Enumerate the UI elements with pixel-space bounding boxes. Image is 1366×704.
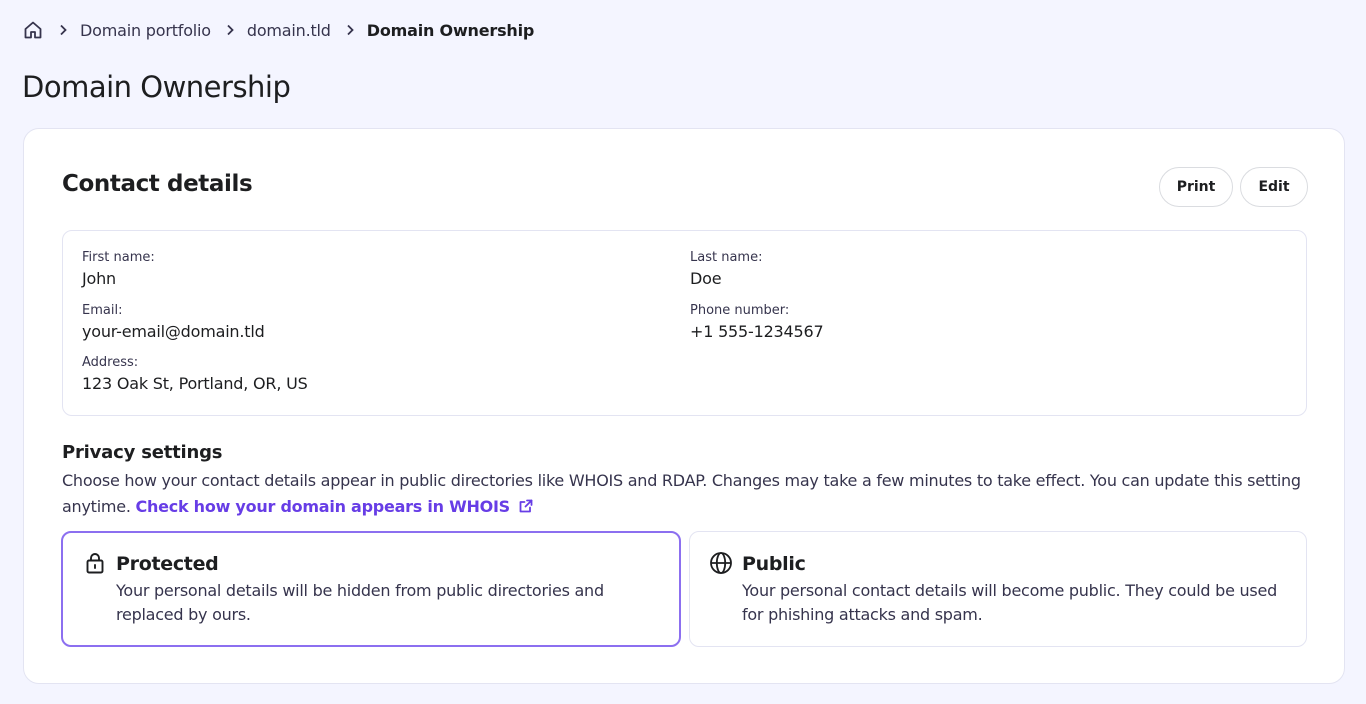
privacy-option-protected[interactable]: Protected Your personal details will be … (61, 531, 681, 647)
privacy-description: Choose how your contact details appear i… (62, 468, 1307, 520)
contact-details-title: Contact details (62, 171, 253, 197)
external-link-icon (518, 496, 534, 513)
first-name-value: John (82, 269, 116, 288)
public-description: Your personal contact details will becom… (742, 581, 1277, 624)
page-title: Domain Ownership (22, 70, 291, 104)
first-name-label: First name: (82, 250, 155, 265)
privacy-settings-title: Privacy settings (62, 442, 223, 463)
chevron-right-icon (343, 23, 357, 37)
breadcrumb-domain[interactable]: domain.tld (247, 21, 331, 40)
chevron-right-icon (56, 23, 70, 37)
breadcrumb-domain-portfolio[interactable]: Domain portfolio (80, 21, 211, 40)
lock-icon (83, 551, 107, 575)
contact-card: Contact details Print Edit First name: J… (23, 128, 1345, 684)
email-field: Email: your-email@domain.tld (82, 303, 265, 343)
last-name-label: Last name: (690, 250, 763, 265)
protected-title: Protected (116, 553, 219, 575)
contact-details-box: First name: John Last name: Doe Email: y… (62, 230, 1307, 416)
email-value: your-email@domain.tld (82, 322, 265, 341)
privacy-option-public[interactable]: Public Your personal contact details wil… (689, 531, 1307, 647)
breadcrumb: Domain portfolio domain.tld Domain Owner… (22, 19, 534, 41)
phone-label: Phone number: (690, 303, 790, 318)
phone-field: Phone number: +1 555-1234567 (690, 303, 824, 343)
address-label: Address: (82, 355, 139, 370)
edit-button[interactable]: Edit (1240, 167, 1308, 207)
last-name-value: Doe (690, 269, 722, 288)
chevron-right-icon (223, 23, 237, 37)
public-title: Public (742, 553, 806, 575)
globe-icon (709, 551, 733, 575)
address-value: 123 Oak St, Portland, OR, US (82, 374, 308, 393)
phone-value: +1 555-1234567 (690, 322, 824, 341)
whois-link-label: Check how your domain appears in WHOIS (135, 497, 511, 516)
address-field: Address: 123 Oak St, Portland, OR, US (82, 355, 308, 395)
whois-check-link[interactable]: Check how your domain appears in WHOIS (136, 497, 534, 516)
last-name-field: Last name: Doe (690, 250, 762, 290)
home-icon[interactable] (22, 19, 44, 41)
first-name-field: First name: John (82, 250, 155, 290)
breadcrumb-current: Domain Ownership (366, 20, 535, 40)
print-button[interactable]: Print (1159, 167, 1233, 207)
email-label: Email: (82, 303, 123, 318)
protected-description: Your personal details will be hidden fro… (116, 581, 604, 624)
